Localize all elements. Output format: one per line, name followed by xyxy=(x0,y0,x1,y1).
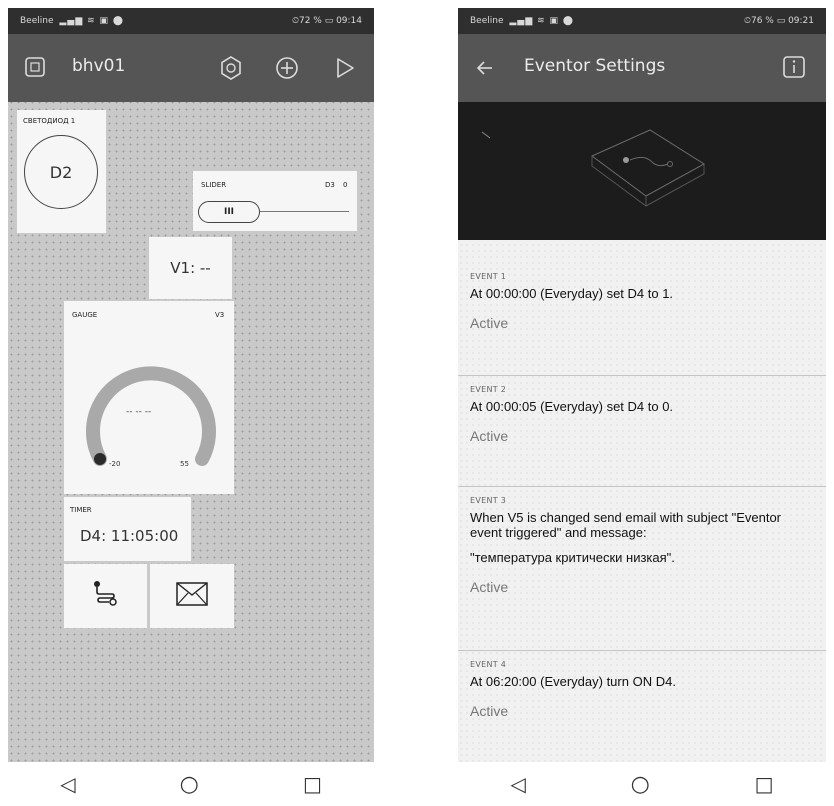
event-item-1[interactable]: EVENT 1 At 00:00:00 (Everyday) set D4 to… xyxy=(470,272,814,331)
recents-icon[interactable]: □ xyxy=(755,772,774,796)
event-label: EVENT 2 xyxy=(470,385,507,394)
project-icon[interactable] xyxy=(24,56,46,78)
event-item-4[interactable]: EVENT 4 At 06:20:00 (Everyday) turn ON D… xyxy=(470,660,814,719)
event-label: EVENT 4 xyxy=(470,660,507,669)
eventor-hero xyxy=(458,102,826,240)
event-status: Active xyxy=(470,703,509,719)
gauge-value: -- -- -- xyxy=(126,407,152,417)
eventor-icon xyxy=(90,578,122,614)
divider xyxy=(458,486,826,487)
nav-bar-right: ◁ ○ □ xyxy=(458,762,826,806)
event-item-2[interactable]: EVENT 2 At 00:00:05 (Everyday) set D4 to… xyxy=(470,385,814,444)
status-bar: Beeline ▂▄▆ ≋ ▣ ⬤ ⏲76 % ▭ 09:21 xyxy=(458,8,826,34)
slider-value: 0 xyxy=(343,181,348,189)
home-icon[interactable]: ○ xyxy=(631,772,650,797)
event-status: Active xyxy=(470,579,509,595)
slider-pin: D3 xyxy=(325,181,335,189)
event-message: "температура критически низкая". xyxy=(470,550,675,565)
app-bar: bhv01 xyxy=(8,34,374,102)
battery-time: ⏲76 % ▭ 09:21 xyxy=(743,16,814,26)
event-item-3[interactable]: EVENT 3 When V5 is changed send email wi… xyxy=(470,496,814,595)
signal-icons: ▂▄▆ ≋ ▣ ⬤ xyxy=(509,16,574,26)
info-icon[interactable] xyxy=(782,55,806,79)
widget-label: СВЕТОДИОД 1 xyxy=(23,117,76,125)
gauge-min: -20 xyxy=(109,460,121,468)
signal-icons: ▂▄▆ ≋ ▣ ⬤ xyxy=(59,16,124,26)
event-status: Active xyxy=(470,428,509,444)
battery-time: ⏲72 % ▭ 09:14 xyxy=(291,16,362,26)
gauge-max: 55 xyxy=(180,460,189,468)
gauge-widget: GAUGE V3 -- -- -- -20 55 xyxy=(64,301,234,494)
d2-button[interactable]: D2 xyxy=(24,135,98,209)
display-value: V1: -- xyxy=(170,259,211,277)
event-description: At 06:20:00 (Everyday) turn ON D4. xyxy=(470,674,676,689)
settings-icon[interactable] xyxy=(218,55,244,81)
add-widget-icon[interactable] xyxy=(274,55,300,81)
email-widget[interactable] xyxy=(150,564,234,628)
event-status: Active xyxy=(470,315,509,331)
event-description: At 00:00:05 (Everyday) set D4 to 0. xyxy=(470,399,674,414)
gauge-arc xyxy=(86,366,216,466)
button-label: D2 xyxy=(49,162,73,182)
event-description: When V5 is changed send email with subje… xyxy=(470,510,782,540)
phone-screen-dashboard: Beeline ▂▄▆ ≋ ▣ ⬤ ⏲72 % ▭ 09:14 bhv01 СВ… xyxy=(8,8,374,762)
slider-widget: SLIDER D3 0 III xyxy=(193,171,357,231)
value-display-widget: V1: -- xyxy=(149,237,232,299)
play-icon[interactable] xyxy=(332,55,358,81)
back-icon[interactable]: ◁ xyxy=(510,772,525,796)
widget-label: SLIDER xyxy=(201,181,227,189)
status-bar: Beeline ▂▄▆ ≋ ▣ ⬤ ⏲72 % ▭ 09:14 xyxy=(8,8,374,34)
timer-widget: TIMER D4: 11:05:00 xyxy=(64,497,191,561)
nav-bar-left: ◁ ○ □ xyxy=(8,762,374,806)
timer-value: D4: 11:05:00 xyxy=(80,527,179,545)
event-label: EVENT 1 xyxy=(470,272,507,281)
carrier-label: Beeline xyxy=(470,16,504,26)
app-bar: Eventor Settings xyxy=(458,34,826,102)
eventor-device-illustration xyxy=(481,129,705,207)
divider xyxy=(458,650,826,651)
project-title: bhv01 xyxy=(72,56,126,76)
eventor-widget[interactable] xyxy=(64,564,147,628)
widget-label: TIMER xyxy=(70,506,92,514)
event-description: At 00:00:00 (Everyday) set D4 to 1. xyxy=(470,286,674,301)
back-icon[interactable]: ◁ xyxy=(60,772,75,796)
divider xyxy=(458,375,826,376)
mail-icon xyxy=(175,581,209,611)
phone-screen-eventor: Beeline ▂▄▆ ≋ ▣ ⬤ ⏲76 % ▭ 09:21 Eventor … xyxy=(458,8,826,762)
back-arrow-icon[interactable] xyxy=(474,57,496,79)
home-icon[interactable]: ○ xyxy=(180,772,199,797)
led-button-widget[interactable]: СВЕТОДИОД 1 D2 xyxy=(17,110,106,233)
page-title: Eventor Settings xyxy=(524,56,666,76)
carrier-label: Beeline xyxy=(20,16,54,26)
slider-handle[interactable]: III xyxy=(198,201,260,223)
recents-icon[interactable]: □ xyxy=(303,772,322,796)
handle-grip-icon: III xyxy=(223,207,235,217)
event-label: EVENT 3 xyxy=(470,496,507,505)
